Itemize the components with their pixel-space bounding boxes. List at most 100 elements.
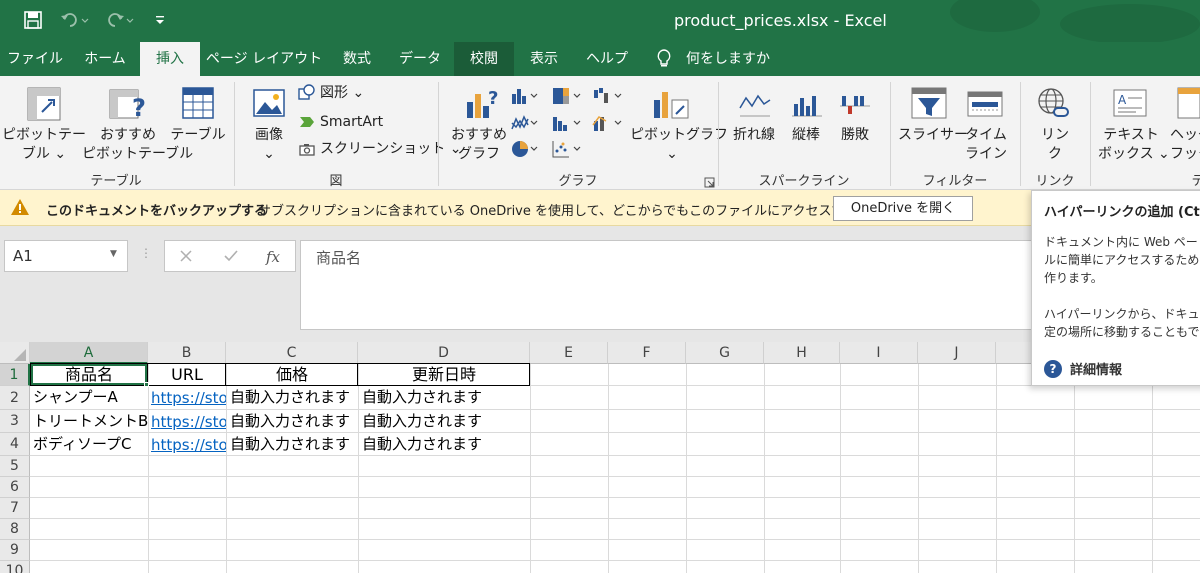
save-icon[interactable] [22, 9, 44, 31]
smartart-button[interactable]: SmartArt [298, 113, 383, 131]
cell-a2[interactable]: シャンプーA [33, 386, 148, 408]
pivottable-button[interactable]: ピボットテー ブル ⌄ [2, 126, 86, 164]
row-header-10[interactable]: 10 [0, 561, 30, 573]
sparkline-winloss-button[interactable]: 勝敗 [832, 126, 878, 145]
recommended-pivottable-icon[interactable]: ? [108, 86, 148, 126]
tab-data[interactable]: データ [386, 42, 454, 76]
row-header-5[interactable]: 5 [0, 456, 30, 477]
cell-d4[interactable]: 自動入力されます [362, 433, 530, 455]
waterfall-chart-icon[interactable] [592, 86, 624, 110]
row-header-6[interactable]: 6 [0, 477, 30, 498]
tab-review[interactable]: 校閲 [454, 42, 514, 76]
formula-bar-resize-handle[interactable]: ⋮ [140, 246, 152, 260]
cell-d1[interactable]: 更新日時 [359, 364, 529, 386]
customize-qat-icon[interactable] [152, 9, 168, 31]
column-header-g[interactable]: G [686, 342, 764, 364]
tab-file[interactable]: ファイル [0, 42, 70, 76]
header-footer-icon[interactable] [1176, 86, 1200, 126]
combo-chart-icon[interactable] [592, 113, 624, 137]
tell-me-search[interactable]: 何をしますか [656, 42, 776, 76]
cell-c3[interactable]: 自動入力されます [230, 410, 358, 432]
cell-b3[interactable]: https://sto [151, 411, 226, 433]
recommended-chart-button[interactable]: おすすめ グラフ [450, 126, 508, 164]
line-chart-icon[interactable] [510, 113, 540, 137]
column-header-c[interactable]: C [226, 342, 358, 364]
column-header-i[interactable]: I [840, 342, 918, 364]
recommended-chart-icon[interactable]: ? [464, 86, 500, 126]
cell-a1[interactable]: 商品名 [32, 364, 146, 386]
column-header-b[interactable]: B [148, 342, 226, 364]
tab-formulas[interactable]: 数式 [328, 42, 386, 76]
undo-icon[interactable] [58, 9, 92, 31]
pivotchart-button[interactable]: ピボットグラフ ⌄ [630, 126, 728, 164]
row-header-3[interactable]: 3 [0, 410, 30, 433]
tab-page-layout[interactable]: ページ レイアウト [200, 42, 328, 76]
tab-view[interactable]: 表示 [514, 42, 574, 76]
picture-button[interactable]: 画像 ⌄ [246, 126, 292, 164]
header-footer-button[interactable]: ヘッダー フッター [1164, 126, 1200, 164]
cell-c1[interactable]: 価格 [227, 364, 357, 386]
textbox-icon[interactable]: A [1112, 86, 1148, 126]
statistic-chart-icon[interactable] [551, 113, 583, 137]
cancel-icon[interactable] [179, 249, 193, 263]
shapes-button[interactable]: 図形 ⌄ [298, 84, 364, 102]
link-icon[interactable] [1036, 86, 1072, 126]
screenshot-button[interactable]: スクリーンショット ⌄ [298, 140, 461, 158]
scatter-chart-icon[interactable] [551, 139, 583, 163]
pivottable-icon[interactable] [26, 86, 62, 126]
column-header-e[interactable]: E [530, 342, 608, 364]
picture-icon[interactable] [252, 88, 286, 124]
column-header-f[interactable]: F [608, 342, 686, 364]
row-header-2[interactable]: 2 [0, 386, 30, 410]
sparkline-line-button[interactable]: 折れ線 [730, 126, 778, 145]
row-header-4[interactable]: 4 [0, 433, 30, 456]
column-header-h[interactable]: H [764, 342, 840, 364]
sparkline-column-icon[interactable] [790, 90, 824, 124]
cell-a3[interactable]: トリートメントB [33, 410, 148, 432]
cell-d2[interactable]: 自動入力されます [362, 386, 530, 408]
textbox-button[interactable]: テキスト ボックス ⌄ [1098, 126, 1170, 164]
row-header-8[interactable]: 8 [0, 519, 30, 540]
name-box-dropdown-icon[interactable]: ▼ [110, 249, 117, 259]
timeline-button[interactable]: タイム ライン [960, 126, 1012, 164]
row-header-9[interactable]: 9 [0, 540, 30, 561]
tab-home[interactable]: ホーム [70, 42, 140, 76]
sparkline-line-icon[interactable] [738, 90, 772, 124]
hierarchy-chart-icon[interactable] [551, 86, 583, 110]
tab-help[interactable]: ヘルプ [574, 42, 640, 76]
timeline-icon[interactable] [966, 90, 1004, 124]
title-bar-decoration [1060, 4, 1200, 44]
pivotchart-icon[interactable] [652, 86, 692, 126]
column-header-a[interactable]: A [30, 342, 148, 364]
recommended-pivottable-button[interactable]: おすすめ ピボットテーブル [82, 126, 193, 164]
cell-b4[interactable]: https://sto [151, 434, 226, 456]
pie-chart-icon[interactable] [510, 139, 540, 163]
table-button[interactable]: テーブル [170, 126, 226, 145]
select-all-corner[interactable] [0, 342, 30, 364]
column-header-j[interactable]: J [918, 342, 996, 364]
cell-d3[interactable]: 自動入力されます [362, 410, 530, 432]
table-icon[interactable] [181, 86, 215, 126]
sparkline-column-button[interactable]: 縦棒 [784, 126, 828, 145]
sparkline-winloss-icon[interactable] [838, 90, 872, 124]
redo-icon[interactable] [103, 9, 137, 31]
column-header-d[interactable]: D [358, 342, 530, 364]
row-header-7[interactable]: 7 [0, 498, 30, 519]
column-chart-icon[interactable] [510, 86, 540, 110]
formula-input[interactable]: 商品名 [300, 240, 1040, 330]
row-header-1[interactable]: 1 [0, 364, 30, 386]
tab-insert[interactable]: 挿入 [140, 42, 200, 76]
link-button[interactable]: リン ク [1034, 126, 1076, 164]
open-onedrive-button[interactable]: OneDrive を開く [833, 196, 973, 221]
cell-c2[interactable]: 自動入力されます [230, 386, 358, 408]
cell-a4[interactable]: ボディソープC [33, 433, 148, 455]
enter-icon[interactable] [223, 249, 239, 263]
cell-b2[interactable]: https://sto [151, 387, 226, 409]
slicer-icon[interactable] [910, 86, 948, 126]
cell-b1[interactable]: URL [149, 364, 225, 386]
tooltip-more-info-link[interactable]: ? 詳細情報 [1044, 359, 1122, 378]
cell-c4[interactable]: 自動入力されます [230, 433, 358, 455]
worksheet-grid[interactable]: A B C D E F G H I J 1 2 3 4 5 6 7 8 9 10 [0, 342, 1200, 573]
slicer-button[interactable]: スライサー [898, 126, 968, 145]
insert-function-icon[interactable]: fx [265, 247, 283, 267]
